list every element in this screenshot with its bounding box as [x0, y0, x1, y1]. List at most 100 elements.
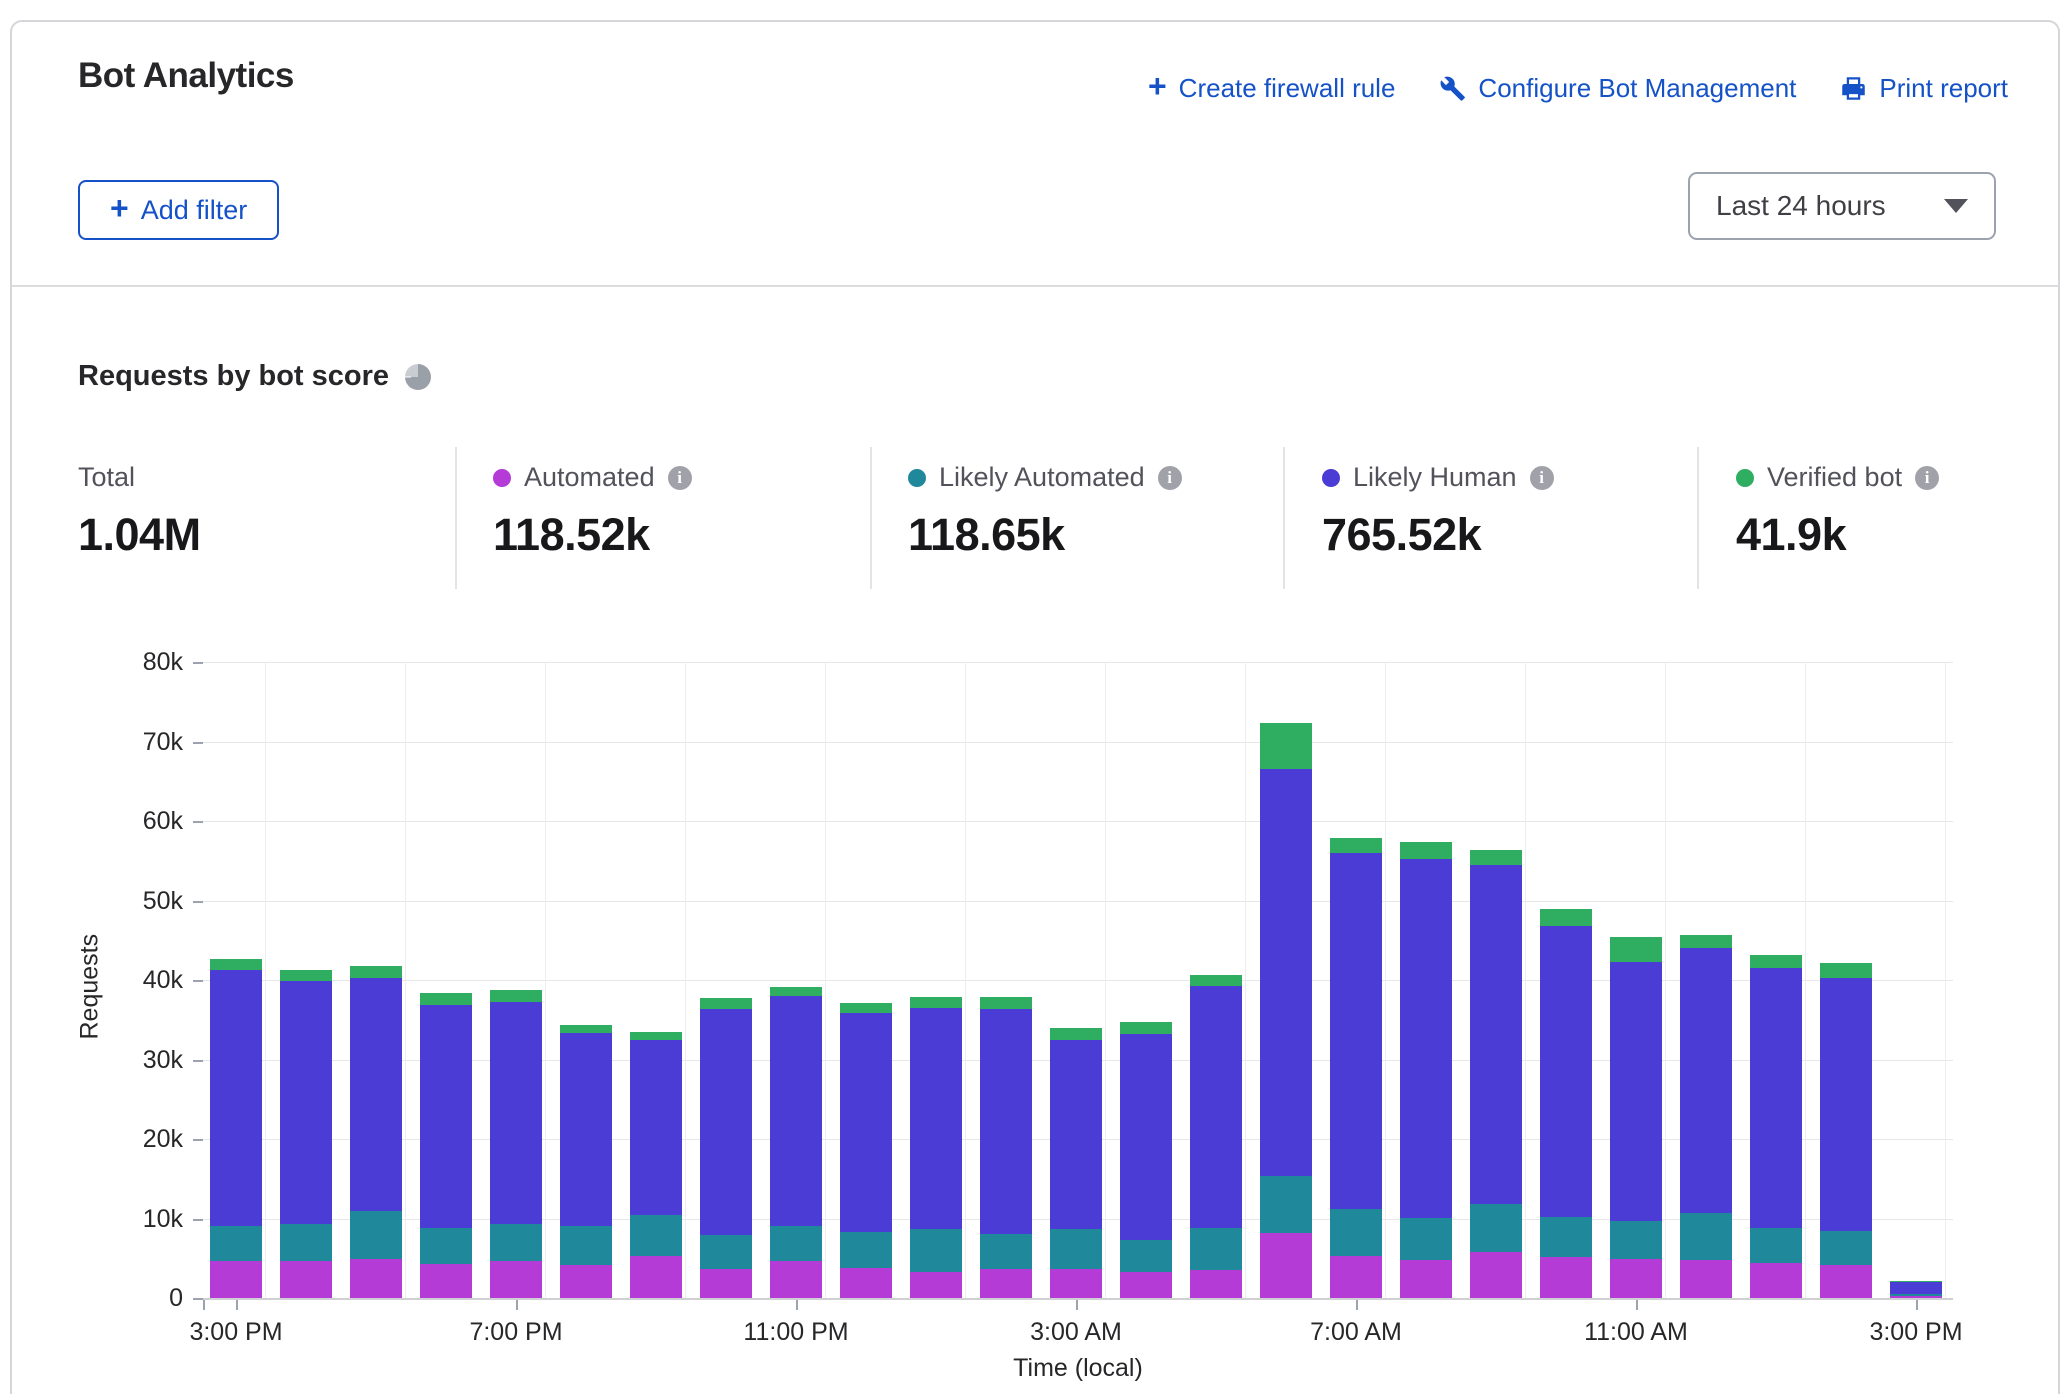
bar-segment-verified-bot[interactable]: [350, 966, 402, 978]
bar-segment-verified-bot[interactable]: [840, 1003, 892, 1013]
bar-segment-likely-automated[interactable]: [1470, 1204, 1522, 1252]
bar-segment-likely-automated[interactable]: [1820, 1231, 1872, 1264]
bar-segment-likely-automated[interactable]: [350, 1211, 402, 1259]
bar-segment-likely-automated[interactable]: [1050, 1229, 1102, 1270]
bar-segment-verified-bot[interactable]: [420, 993, 472, 1005]
bar-segment-verified-bot[interactable]: [980, 997, 1032, 1008]
bar-segment-likely-human[interactable]: [1540, 926, 1592, 1217]
bar-segment-likely-human[interactable]: [980, 1009, 1032, 1234]
bar-segment-verified-bot[interactable]: [1680, 935, 1732, 949]
bar-segment-verified-bot[interactable]: [1400, 842, 1452, 859]
bar-segment-likely-automated[interactable]: [1610, 1221, 1662, 1259]
bar-segment-automated[interactable]: [420, 1264, 472, 1298]
bar-segment-likely-human[interactable]: [1610, 962, 1662, 1221]
bar-segment-automated[interactable]: [1540, 1257, 1592, 1298]
bar-segment-verified-bot[interactable]: [1190, 975, 1242, 986]
bar-segment-likely-automated[interactable]: [1750, 1228, 1802, 1263]
bar-segment-automated[interactable]: [350, 1259, 402, 1298]
bar-segment-verified-bot[interactable]: [560, 1025, 612, 1033]
bar-segment-automated[interactable]: [630, 1256, 682, 1298]
bar-segment-likely-automated[interactable]: [700, 1235, 752, 1269]
bar-segment-likely-human[interactable]: [1050, 1040, 1102, 1228]
bar-segment-likely-human[interactable]: [1260, 769, 1312, 1177]
bar-segment-verified-bot[interactable]: [1330, 838, 1382, 852]
bar-segment-automated[interactable]: [770, 1261, 822, 1298]
bar-segment-automated[interactable]: [700, 1269, 752, 1298]
bar-segment-likely-automated[interactable]: [490, 1224, 542, 1261]
bar-segment-likely-human[interactable]: [420, 1005, 472, 1228]
bar-segment-verified-bot[interactable]: [1470, 850, 1522, 865]
bar-segment-likely-human[interactable]: [1190, 986, 1242, 1228]
bar-segment-automated[interactable]: [910, 1272, 962, 1298]
bar-segment-automated[interactable]: [1680, 1260, 1732, 1298]
bar-segment-likely-automated[interactable]: [1120, 1240, 1172, 1272]
bar-segment-verified-bot[interactable]: [910, 997, 962, 1008]
bar-segment-verified-bot[interactable]: [1820, 963, 1872, 977]
bar-segment-likely-automated[interactable]: [630, 1215, 682, 1256]
bar-segment-likely-human[interactable]: [1890, 1282, 1942, 1294]
bar-segment-likely-human[interactable]: [770, 996, 822, 1226]
bar-segment-verified-bot[interactable]: [1610, 937, 1662, 962]
bar-segment-automated[interactable]: [1050, 1269, 1102, 1298]
bar-segment-likely-human[interactable]: [210, 970, 262, 1226]
bar-segment-automated[interactable]: [1610, 1259, 1662, 1298]
bar-segment-likely-automated[interactable]: [910, 1229, 962, 1272]
bar-segment-likely-automated[interactable]: [980, 1234, 1032, 1270]
bar-segment-likely-human[interactable]: [840, 1013, 892, 1232]
bar-segment-verified-bot[interactable]: [1260, 723, 1312, 768]
bar-segment-automated[interactable]: [1190, 1270, 1242, 1298]
bar-segment-automated[interactable]: [1400, 1260, 1452, 1298]
bar-segment-likely-human[interactable]: [630, 1040, 682, 1216]
bar-segment-automated[interactable]: [1120, 1272, 1172, 1298]
bar-segment-likely-automated[interactable]: [1890, 1294, 1942, 1296]
bar-segment-likely-human[interactable]: [1680, 948, 1732, 1213]
bar-segment-likely-human[interactable]: [350, 978, 402, 1211]
bar-segment-automated[interactable]: [1330, 1256, 1382, 1298]
bar-segment-verified-bot[interactable]: [490, 990, 542, 1002]
bar-segment-automated[interactable]: [1470, 1252, 1522, 1298]
bar-segment-verified-bot[interactable]: [1890, 1281, 1942, 1282]
bar-segment-likely-automated[interactable]: [210, 1226, 262, 1262]
bar-segment-likely-automated[interactable]: [560, 1226, 612, 1264]
bar-segment-likely-automated[interactable]: [840, 1232, 892, 1268]
bar-segment-automated[interactable]: [280, 1261, 332, 1298]
bar-segment-likely-automated[interactable]: [1190, 1228, 1242, 1270]
bar-segment-verified-bot[interactable]: [280, 970, 332, 980]
bar-segment-automated[interactable]: [1260, 1233, 1312, 1298]
bar-segment-automated[interactable]: [1890, 1296, 1942, 1298]
bar-segment-verified-bot[interactable]: [1750, 955, 1802, 969]
bar-segment-likely-automated[interactable]: [420, 1228, 472, 1264]
bar-segment-likely-automated[interactable]: [1680, 1213, 1732, 1260]
bar-segment-likely-human[interactable]: [1750, 968, 1802, 1228]
bar-segment-verified-bot[interactable]: [630, 1032, 682, 1040]
bar-segment-verified-bot[interactable]: [1050, 1028, 1102, 1041]
bar-segment-verified-bot[interactable]: [1120, 1022, 1172, 1034]
bar-segment-likely-human[interactable]: [1470, 865, 1522, 1204]
bar-segment-automated[interactable]: [490, 1261, 542, 1298]
bar-segment-likely-human[interactable]: [910, 1008, 962, 1229]
bar-segment-likely-automated[interactable]: [770, 1226, 822, 1262]
bar-segment-likely-automated[interactable]: [1260, 1176, 1312, 1232]
bar-segment-likely-human[interactable]: [280, 981, 332, 1224]
bar-segment-likely-human[interactable]: [1120, 1034, 1172, 1240]
bar-segment-automated[interactable]: [560, 1265, 612, 1298]
bar-segment-likely-automated[interactable]: [1540, 1217, 1592, 1257]
bar-segment-automated[interactable]: [1820, 1265, 1872, 1298]
bar-segment-automated[interactable]: [840, 1268, 892, 1298]
bar-segment-automated[interactable]: [1750, 1263, 1802, 1298]
bar-segment-likely-automated[interactable]: [1400, 1218, 1452, 1260]
bar-segment-likely-human[interactable]: [560, 1033, 612, 1226]
bar-segment-likely-automated[interactable]: [1330, 1209, 1382, 1256]
bar-segment-verified-bot[interactable]: [210, 959, 262, 969]
bar-segment-likely-human[interactable]: [1400, 859, 1452, 1218]
bar-segment-likely-human[interactable]: [1330, 853, 1382, 1209]
bar-segment-likely-human[interactable]: [700, 1009, 752, 1235]
bar-segment-likely-human[interactable]: [1820, 978, 1872, 1232]
bar-segment-verified-bot[interactable]: [770, 987, 822, 996]
bar-segment-automated[interactable]: [210, 1261, 262, 1298]
bar-segment-verified-bot[interactable]: [1540, 909, 1592, 926]
bar-segment-likely-human[interactable]: [490, 1002, 542, 1224]
bar-segment-automated[interactable]: [980, 1269, 1032, 1298]
bar-segment-likely-automated[interactable]: [280, 1224, 332, 1261]
bar-segment-verified-bot[interactable]: [700, 998, 752, 1009]
